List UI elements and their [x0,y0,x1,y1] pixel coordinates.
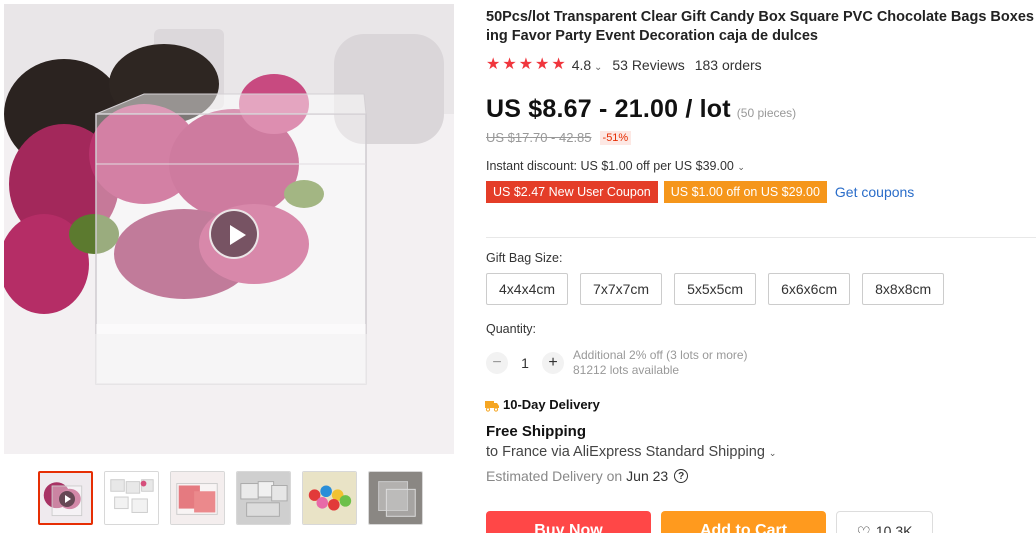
pieces-per-lot: (50 pieces) [736,106,797,120]
thumbnail-strip [38,471,423,525]
instant-discount-text: Instant discount: US $1.00 off per US $3… [486,159,734,173]
play-video-icon[interactable] [209,209,259,259]
quantity-label: Quantity: [486,322,537,336]
original-price: US $17.70 - 42.85 [486,130,592,145]
heart-icon: ♡ [857,523,871,533]
size-option-4x4x4[interactable]: 4x4x4cm [486,273,569,305]
current-price: US $8.67 - 21.00 / lot [486,95,731,123]
size-option-5x5x5[interactable]: 5x5x5cm [674,273,757,305]
play-icon [59,491,75,507]
shipping-method[interactable]: to France via AliExpress Standard Shippi… [486,444,776,460]
chevron-down-icon: ⌄ [737,162,745,172]
quantity-decrease-button[interactable]: − [486,352,508,374]
size-option-8x8x8[interactable]: 8x8x8cm [862,273,945,305]
chevron-down-icon: ⌄ [768,448,777,458]
instant-discount[interactable]: Instant discount: US $1.00 off per US $3… [486,159,1034,173]
quantity-value[interactable]: 1 [508,355,542,371]
size-label: Gift Bag Size: [486,251,563,265]
orders-count: 183 orders [694,57,762,73]
buy-now-button[interactable]: Buy Now [486,511,651,533]
rating-row: ★ ★ ★ ★ ★ 4.8 ⌄ 53 Reviews 183 orders [486,56,1034,74]
estimated-delivery-date: Jun 23 [626,468,669,484]
star-icon: ★ [518,56,534,73]
original-price-row: US $17.70 - 42.85 -51% [486,130,1034,145]
add-to-cart-button[interactable]: Add to Cart [661,511,826,533]
thumbnail-3[interactable] [170,471,225,525]
thumbnail-image [369,472,422,524]
rating-value[interactable]: 4.8 ⌄ [572,57,603,73]
coupon-row: US $2.47 New User Coupon US $1.00 off on… [486,181,1034,203]
store-coupon[interactable]: US $1.00 off on US $29.00 [663,181,827,203]
free-shipping: Free Shipping [486,423,587,440]
star-icon: ★ [502,56,517,73]
reviews-link[interactable]: 53 Reviews [612,57,684,73]
wishlist-count: 10.3K [875,523,913,533]
discount-badge: -51% [599,130,632,145]
wishlist-button[interactable]: ♡ 10.3K [836,511,933,533]
star-icon: ★ [486,56,501,73]
thumbnail-image [105,472,158,524]
star-rating: ★ ★ ★ ★ ★ [486,57,566,73]
thumbnail-2[interactable] [104,471,159,525]
thumbnail-5[interactable] [302,471,357,525]
star-icon: ★ [535,56,550,73]
product-title: 50Pcs/lot Transparent Clear Gift Candy B… [486,8,1036,46]
thumbnail-4[interactable] [236,471,291,525]
action-buttons: Buy Now Add to Cart ♡ 10.3K [486,511,933,533]
size-option-6x6x6[interactable]: 6x6x6cm [768,273,851,305]
delivery-badge-text: 10-Day Delivery [503,397,600,412]
product-title-line-1: 50Pcs/lot Transparent Clear Gift Candy B… [486,9,1036,25]
thumbnail-1[interactable] [38,471,93,525]
estimated-delivery: Estimated Delivery on Jun 23 ? [486,468,689,484]
product-info: 50Pcs/lot Transparent Clear Gift Candy B… [486,8,1036,203]
thumbnail-6[interactable] [368,471,423,525]
thumbnail-image [303,472,356,524]
star-icon: ★ [551,56,566,73]
quantity-notes: Additional 2% off (3 lots or more) 81212… [573,348,748,378]
shipping-method-text: to France via AliExpress Standard Shippi… [486,444,765,460]
estimated-delivery-label: Estimated Delivery on [486,468,623,484]
price-row: US $8.67 - 21.00 / lot (50 pieces) [486,95,1034,124]
divider [486,237,1036,238]
main-product-image[interactable] [4,4,454,454]
product-title-line-2: ing Favor Party Event Decoration caja de… [486,28,818,44]
size-options: 4x4x4cm 7x7x7cm 5x5x5cm 6x6x6cm 8x8x8cm [486,273,945,305]
help-icon[interactable]: ? [674,469,689,483]
thumbnail-image [237,472,290,524]
delivery-badge: 10-Day Delivery [484,397,600,412]
stock-available: 81212 lots available [573,363,680,377]
size-option-7x7x7[interactable]: 7x7x7cm [580,273,663,305]
thumbnail-image [171,472,224,524]
get-coupons-link[interactable]: Get coupons [835,184,914,200]
quantity-increase-button[interactable]: + [542,352,564,374]
new-user-coupon[interactable]: US $2.47 New User Coupon [486,181,658,203]
quantity-stepper: − 1 + Additional 2% off (3 lots or more)… [486,348,748,378]
bulk-discount-note: Additional 2% off (3 lots or more) [573,348,748,362]
rating-number: 4.8 [571,57,592,73]
truck-icon [485,400,499,412]
chevron-down-icon: ⌄ [591,62,603,73]
